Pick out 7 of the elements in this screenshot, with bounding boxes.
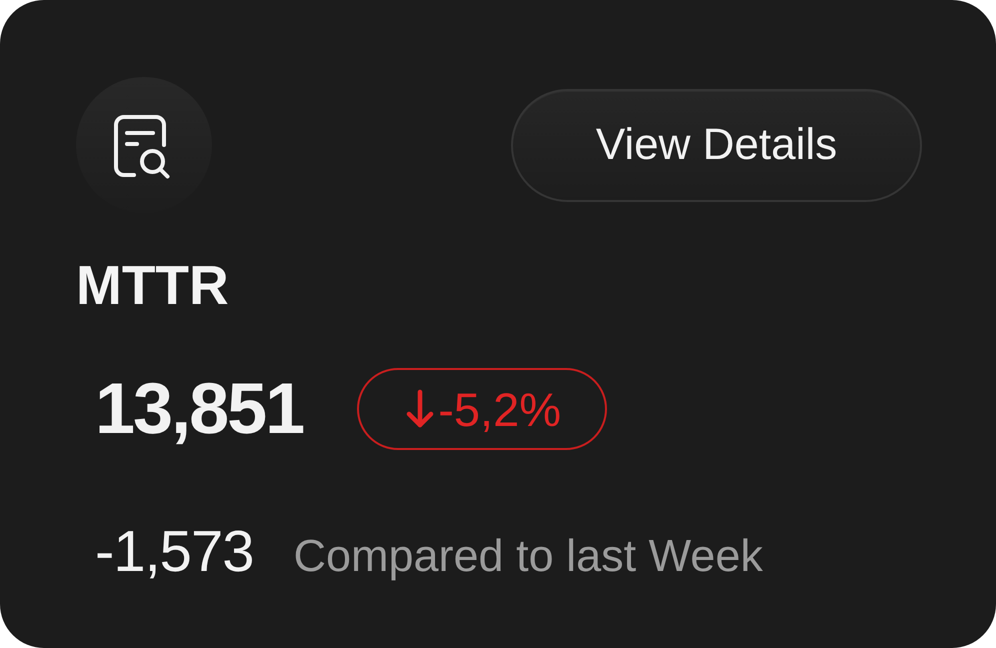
arrow-down-icon: [406, 389, 434, 429]
metric-title: MTTR: [76, 258, 229, 313]
delta-value: -1,573: [95, 523, 254, 581]
metric-value: 13,851: [95, 373, 304, 445]
change-percent: -5,2%: [438, 386, 561, 432]
view-details-button[interactable]: View Details: [511, 88, 922, 202]
comparison-label: Compared to last Week: [293, 533, 763, 578]
